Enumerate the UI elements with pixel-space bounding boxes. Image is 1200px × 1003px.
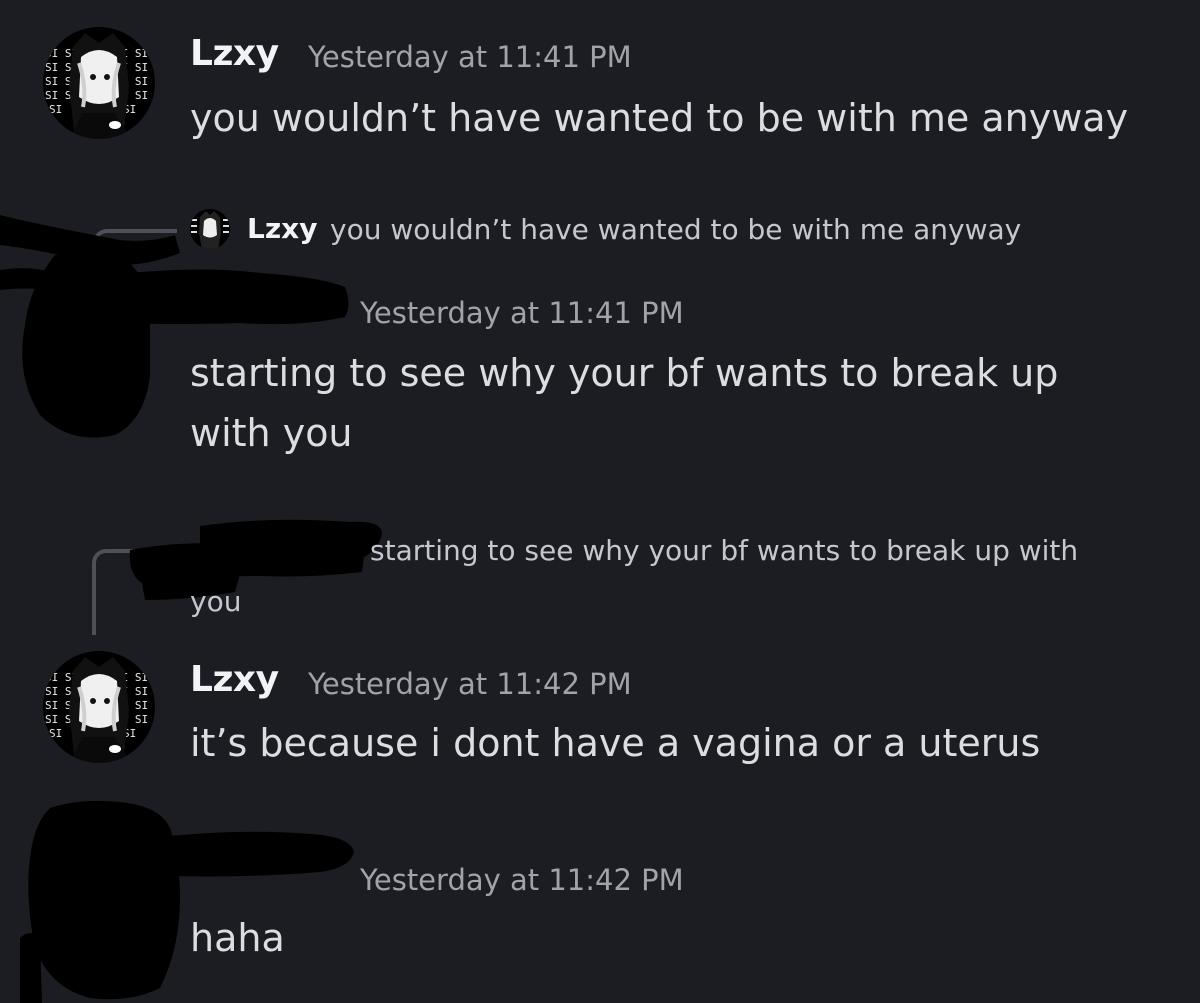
redacted-avatar-name bbox=[20, 800, 354, 1003]
message-4: Yesterday at 11:42 PM haha bbox=[0, 0, 1200, 1003]
message-content: haha bbox=[190, 916, 285, 960]
message-timestamp: Yesterday at 11:42 PM bbox=[360, 863, 684, 897]
chat-view: { "messages": [ { "author": "Lzxy", "tim… bbox=[0, 0, 1200, 1003]
